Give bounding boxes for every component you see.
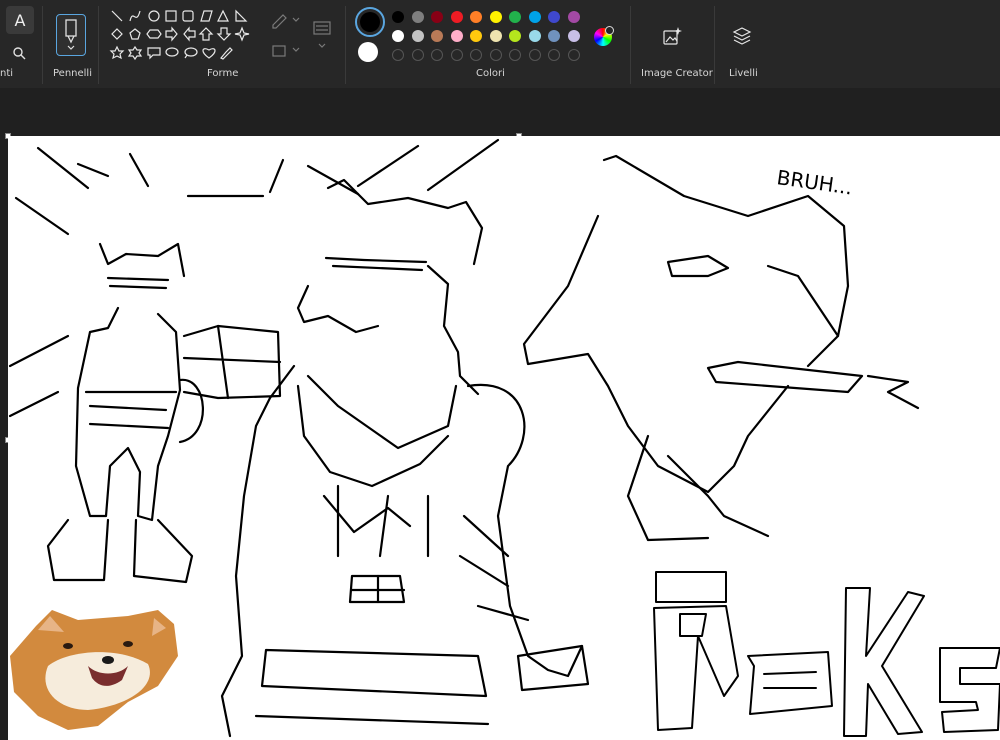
toolbar: A nti Pennelli Forme Colori Image Creato… (0, 0, 1000, 88)
bruh-text: BRUH... (775, 165, 854, 199)
outline-pen-icon (272, 14, 300, 29)
brushes-group-label: Pennelli (53, 68, 92, 79)
shape-style-icon (313, 21, 331, 48)
zoom-button[interactable] (10, 44, 28, 62)
primary-color-swatch (360, 12, 380, 32)
color-swatch[interactable] (509, 30, 521, 42)
color-swatch[interactable] (548, 30, 560, 42)
layers-icon (732, 27, 752, 45)
color-swatch[interactable] (431, 11, 443, 23)
separator (630, 6, 631, 84)
tools-group-label: nti (0, 68, 14, 79)
color-swatch[interactable] (431, 30, 443, 42)
custom-color-slot[interactable] (567, 49, 580, 61)
shiba-dog-image (10, 610, 178, 730)
reks-outline-letters (653, 571, 1000, 737)
color-swatch[interactable] (548, 11, 560, 23)
image-creator-label: Image Creator (641, 68, 713, 79)
custom-color-slot[interactable] (450, 49, 463, 61)
add-color-icon (605, 26, 614, 35)
magnifier-icon (13, 47, 26, 60)
shapes-group-label: Forme (207, 68, 239, 79)
shape-style-dropdown[interactable] (312, 18, 332, 52)
color-swatch[interactable] (470, 11, 482, 23)
colors-group-label: Colori (476, 68, 505, 79)
secondary-color-swatch[interactable] (358, 42, 378, 62)
custom-color-slot[interactable] (431, 49, 443, 61)
color-swatch[interactable] (470, 30, 482, 42)
custom-color-slot[interactable] (470, 49, 482, 61)
brushes-button[interactable] (56, 14, 86, 56)
color-swatch[interactable] (509, 11, 521, 23)
color-swatch[interactable] (450, 11, 463, 23)
fill-dropdown[interactable] (270, 40, 304, 60)
color-swatch[interactable] (528, 11, 541, 23)
image-creator-button[interactable] (660, 24, 684, 48)
fill-bucket-icon (272, 45, 300, 57)
layers-group-label: Livelli (729, 68, 758, 79)
primary-color-selector[interactable] (355, 7, 385, 37)
color-picker-wheel-icon[interactable] (594, 26, 614, 46)
color-swatch[interactable] (411, 30, 424, 42)
outline-dropdown[interactable] (270, 10, 304, 30)
shapes-grid-icons (109, 9, 250, 61)
color-swatch[interactable] (392, 11, 404, 23)
custom-color-slot[interactable] (548, 49, 560, 61)
custom-color-slot[interactable] (528, 49, 541, 61)
color-swatch[interactable] (567, 30, 580, 42)
custom-color-slot[interactable] (392, 49, 404, 61)
color-swatch[interactable] (392, 30, 404, 42)
separator (345, 6, 346, 84)
separator (98, 6, 99, 84)
color-swatch[interactable] (528, 30, 541, 42)
custom-color-slot[interactable] (489, 49, 502, 61)
brush-icon (65, 19, 77, 50)
text-tool-button[interactable]: A (6, 6, 34, 34)
shapes-gallery[interactable] (106, 6, 261, 66)
image-sparkle-icon (663, 27, 682, 45)
separator (42, 6, 43, 84)
color-swatch[interactable] (567, 11, 580, 23)
custom-color-slot[interactable] (509, 49, 521, 61)
color-swatch[interactable] (450, 30, 463, 42)
color-swatch[interactable] (411, 11, 424, 23)
separator (714, 6, 715, 84)
color-swatch[interactable] (489, 11, 502, 23)
custom-color-slot[interactable] (411, 49, 424, 61)
layers-button[interactable] (730, 24, 754, 48)
color-swatch[interactable] (489, 30, 502, 42)
drawing-canvas[interactable]: BRUH... (8, 136, 1000, 740)
text-tool-glyph: A (14, 10, 26, 30)
